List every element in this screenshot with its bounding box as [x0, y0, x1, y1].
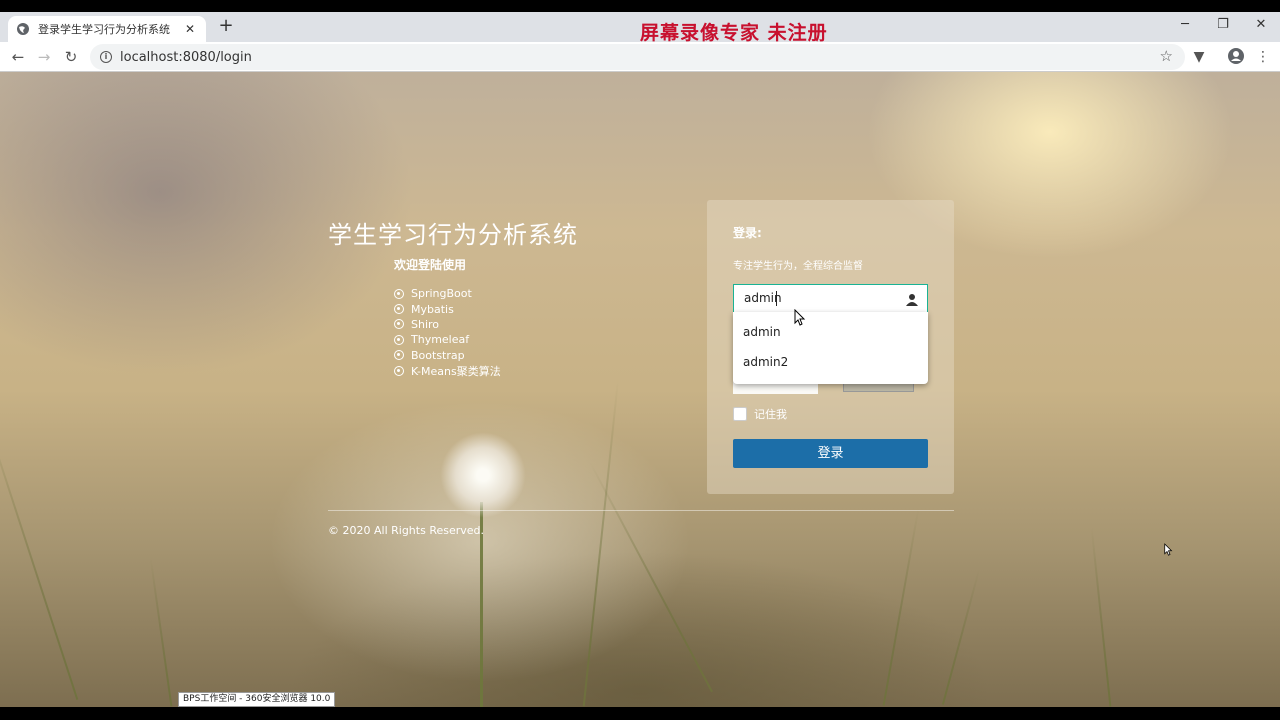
circle-bullet-icon: [394, 365, 404, 376]
circle-bullet-icon: [394, 350, 404, 361]
grass-blade: [149, 557, 173, 707]
grass-blade: [589, 461, 713, 693]
circle-bullet-icon: [394, 304, 404, 315]
text-caret: [776, 291, 777, 306]
grass-blade: [582, 377, 620, 707]
circle-bullet-icon: [394, 334, 404, 345]
circle-bullet-icon: [394, 319, 404, 330]
tech-item: K-Means聚类算法: [394, 363, 501, 378]
browser-tab[interactable]: 登录学生学习行为分析系统 ✕: [8, 16, 206, 42]
login-page: 学生学习行为分析系统 欢迎登陆使用 SpringBoot Mybatis Shi…: [0, 72, 1280, 707]
login-button[interactable]: 登录: [733, 439, 928, 468]
login-subtitle: 专注学生行为，全程综合监督: [733, 261, 863, 272]
top-letterbox: [0, 0, 1280, 12]
minimize-icon[interactable]: ─: [1166, 12, 1204, 42]
close-tab-icon[interactable]: ✕: [182, 22, 198, 36]
dandelion-flower: [440, 432, 526, 518]
tab-strip: 登录学生学习行为分析系统 ✕ + 屏幕录像专家 未注册 ─ ❐ ✕: [0, 12, 1280, 44]
system-title: 学生学习行为分析系统: [328, 221, 578, 249]
browser-toolbar: ← → ↻ i localhost:8080/login ☆ ▼ ⋮: [0, 42, 1280, 72]
welcome-text: 欢迎登陆使用: [394, 258, 467, 272]
tech-item: SpringBoot: [394, 286, 501, 301]
extension-icon[interactable]: ▼: [1189, 47, 1209, 67]
remember-label: 记住我: [754, 408, 787, 421]
mouse-cursor-icon: [1164, 543, 1173, 556]
status-bubble: BPS工作空间 - 360安全浏览器 10.0: [178, 692, 336, 707]
forward-icon[interactable]: →: [34, 47, 54, 67]
account-icon[interactable]: [1226, 47, 1246, 67]
user-icon: [905, 292, 919, 306]
close-window-icon[interactable]: ✕: [1242, 12, 1280, 42]
tech-item: Thymeleaf: [394, 332, 501, 347]
window-controls: ─ ❐ ✕: [1166, 12, 1280, 42]
tech-item: Bootstrap: [394, 348, 501, 363]
globe-icon: [16, 22, 30, 36]
address-bar[interactable]: i localhost:8080/login ☆: [90, 44, 1185, 70]
grass-blade: [882, 508, 920, 706]
mouse-cursor-icon: [794, 309, 806, 326]
copyright-text: © 2020 All Rights Reserved.: [328, 524, 485, 537]
back-icon[interactable]: ←: [8, 47, 28, 67]
reload-icon[interactable]: ↻: [61, 47, 81, 67]
tech-stack-list: SpringBoot Mybatis Shiro Thymeleaf Boots…: [394, 286, 501, 378]
restore-icon[interactable]: ❐: [1204, 12, 1242, 42]
username-input[interactable]: admin: [733, 284, 928, 313]
tech-item: Mybatis: [394, 301, 501, 316]
suggestion-item[interactable]: admin: [743, 325, 781, 339]
new-tab-button[interactable]: +: [216, 16, 236, 36]
circle-bullet-icon: [394, 288, 404, 299]
remember-checkbox[interactable]: [733, 407, 747, 421]
tab-title: 登录学生学习行为分析系统: [38, 23, 170, 36]
remember-me[interactable]: 记住我: [733, 406, 787, 422]
footer-divider: [328, 510, 954, 511]
username-suggestions: admin admin2: [733, 312, 928, 384]
grass-blade: [1090, 527, 1112, 707]
bookmark-star-icon[interactable]: ☆: [1160, 47, 1173, 65]
grass-blade: [941, 569, 981, 705]
recorder-watermark: 屏幕录像专家 未注册: [640, 22, 828, 44]
menu-icon[interactable]: ⋮: [1253, 47, 1273, 67]
grass-blade: [0, 414, 79, 700]
suggestion-item[interactable]: admin2: [743, 355, 788, 369]
login-heading: 登录:: [733, 226, 762, 240]
url-text: localhost:8080/login: [120, 49, 252, 65]
tech-item: Shiro: [394, 317, 501, 332]
bottom-letterbox: [0, 707, 1280, 720]
info-icon[interactable]: i: [100, 51, 112, 63]
